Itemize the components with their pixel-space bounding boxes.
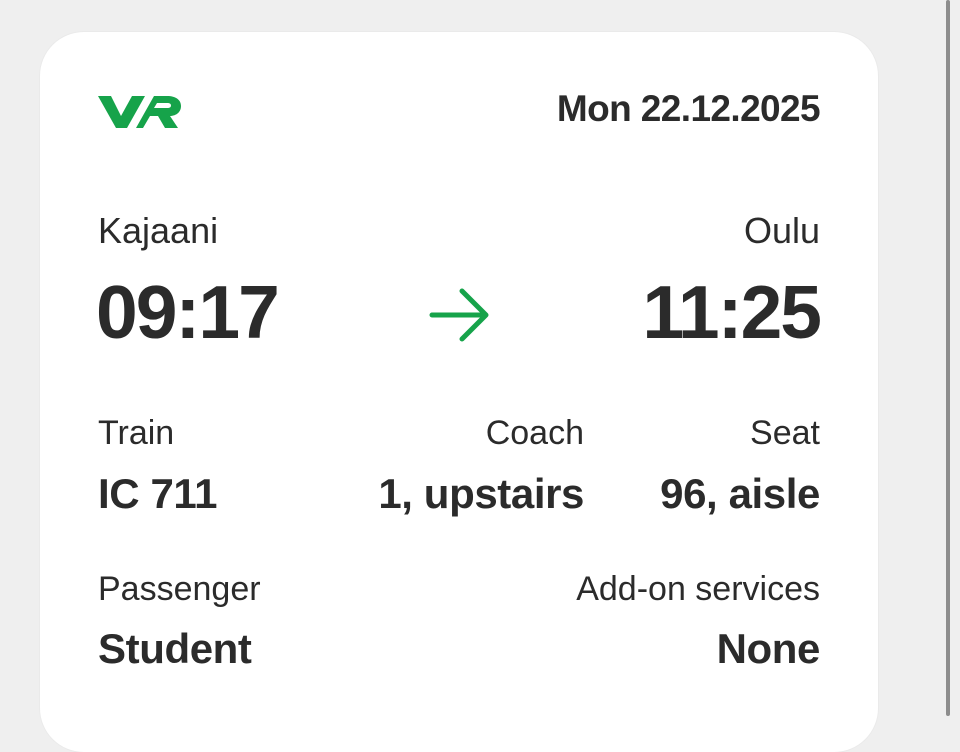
seat-value: 96, aisle <box>660 470 820 517</box>
addon-services-value: None <box>716 625 821 672</box>
arrival-time: 11:25 <box>642 270 822 354</box>
departure-time: 09:17 <box>96 270 280 354</box>
train-number: IC 711 <box>98 470 218 517</box>
scrollbar[interactable] <box>946 0 950 716</box>
ticket-card: Mon 22.12.2025 Kajaani Oulu 09:17 11:25 … <box>40 32 878 752</box>
train-label: Train <box>98 414 175 452</box>
arrival-station: Oulu <box>743 210 820 251</box>
departure-station: Kajaani <box>98 210 219 251</box>
passenger-type: Student <box>98 625 252 672</box>
coach-label: Coach <box>485 414 584 452</box>
vr-logo <box>98 92 182 132</box>
addon-services-label: Add-on services <box>576 570 820 608</box>
passenger-label: Passenger <box>98 570 261 608</box>
seat-label: Seat <box>750 414 820 452</box>
travel-date: Mon 22.12.2025 <box>556 88 821 129</box>
coach-value: 1, upstairs <box>378 470 584 517</box>
arrow-right-icon <box>428 283 492 347</box>
